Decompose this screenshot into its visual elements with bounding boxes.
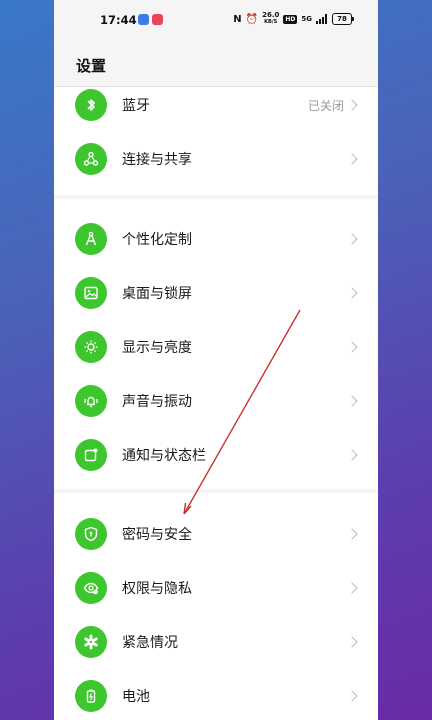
signal-bars-icon	[316, 14, 327, 24]
chevron-right-icon	[346, 341, 358, 353]
net-speed-value: 26.0	[262, 11, 280, 19]
status-time: 17:44	[100, 13, 137, 27]
settings-item-connection-sharing[interactable]: 连接与共享	[54, 133, 378, 185]
chevron-right-icon	[346, 233, 358, 245]
chevron-right-icon	[346, 690, 358, 702]
alarm-icon: ⏰	[245, 13, 259, 25]
status-bar: 17:44 N ⏰ 26.0 KB/S HD 5G 78	[54, 0, 378, 40]
compass-icon	[75, 223, 107, 255]
chevron-right-icon	[346, 99, 358, 111]
chevron-right-icon	[346, 287, 358, 299]
settings-item-battery[interactable]: 电池	[54, 670, 378, 720]
settings-item-personalization[interactable]: 个性化定制	[54, 213, 378, 265]
phone-screen: 17:44 N ⏰ 26.0 KB/S HD 5G 78 设置 蓝牙 已关闭 连…	[54, 0, 378, 720]
image-icon	[75, 277, 107, 309]
bluetooth-status: 已关闭	[307, 98, 344, 113]
settings-group-security: 密码与安全 权限与隐私 紧急情况 电池	[54, 493, 378, 720]
settings-item-label: 连接与共享	[122, 152, 192, 168]
settings-item-password-security[interactable]: 密码与安全	[54, 508, 378, 560]
chevron-right-icon	[346, 636, 358, 648]
settings-item-bluetooth[interactable]: 蓝牙 已关闭	[54, 79, 378, 131]
chat-app-icon	[138, 14, 149, 25]
settings-item-notification-statusbar[interactable]: 通知与状态栏	[54, 429, 378, 481]
page-title: 设置	[76, 57, 107, 75]
settings-item-display-brightness[interactable]: 显示与亮度	[54, 321, 378, 373]
sun-icon	[75, 331, 107, 363]
settings-item-sound-vibration[interactable]: 声音与振动	[54, 375, 378, 427]
bell-vibrate-icon	[75, 385, 107, 417]
net-speed: 26.0 KB/S	[262, 12, 279, 26]
chevron-right-icon	[346, 395, 358, 407]
bluetooth-icon	[75, 89, 107, 121]
settings-item-label: 密码与安全	[122, 527, 192, 543]
notification-icon	[75, 439, 107, 471]
settings-item-emergency[interactable]: 紧急情况	[54, 616, 378, 668]
settings-item-label: 电池	[122, 689, 150, 705]
battery-icon	[75, 680, 107, 712]
settings-item-label: 个性化定制	[122, 232, 192, 248]
settings-item-label: 蓝牙	[122, 98, 150, 114]
settings-group-personalization: 个性化定制 桌面与锁屏 显示与亮度 声音与振动 通知与状态栏	[54, 199, 378, 489]
settings-item-label: 桌面与锁屏	[122, 286, 192, 302]
chevron-right-icon	[346, 582, 358, 594]
chevron-right-icon	[346, 153, 358, 165]
status-indicators: N ⏰ 26.0 KB/S HD 5G 78	[233, 12, 354, 26]
signal-5g: 5G	[301, 14, 312, 23]
share-nodes-icon	[75, 143, 107, 175]
settings-item-label: 声音与振动	[122, 394, 192, 410]
hd-badge: HD	[283, 14, 298, 24]
settings-item-label: 紧急情况	[122, 635, 178, 651]
settings-item-label: 显示与亮度	[122, 340, 192, 356]
nfc-icon: N	[233, 13, 242, 25]
shield-lock-icon	[75, 518, 107, 550]
net-speed-unit: KB/S	[264, 19, 278, 25]
chevron-right-icon	[346, 528, 358, 540]
settings-item-permission-privacy[interactable]: 权限与隐私	[54, 562, 378, 614]
battery-indicator: 78	[332, 13, 354, 25]
settings-item-label: 通知与状态栏	[122, 448, 206, 464]
emergency-icon	[75, 626, 107, 658]
settings-item-desktop-lockscreen[interactable]: 桌面与锁屏	[54, 267, 378, 319]
chevron-right-icon	[346, 449, 358, 461]
app-notification-icon	[152, 14, 163, 25]
settings-item-label: 权限与隐私	[122, 581, 192, 597]
settings-group-connectivity: 蓝牙 已关闭 连接与共享	[54, 87, 378, 195]
eye-privacy-icon	[75, 572, 107, 604]
